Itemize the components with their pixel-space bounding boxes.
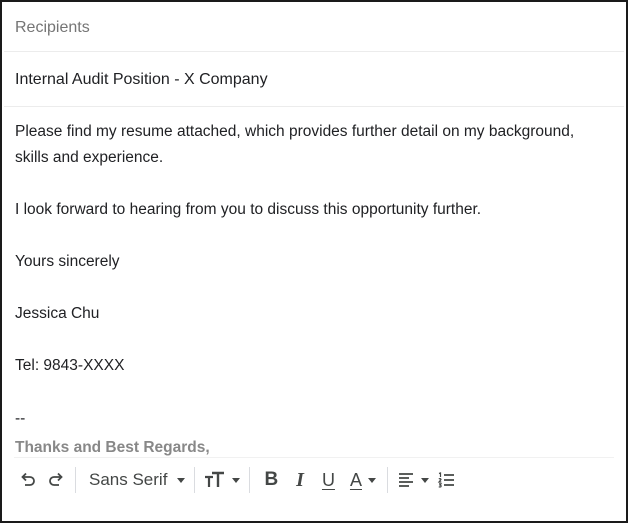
- toolbar-divider: [194, 467, 196, 493]
- toolbar-divider: [386, 467, 388, 493]
- body-paragraph: Yours sincerely: [15, 253, 120, 270]
- text-color-icon: A: [349, 469, 362, 490]
- redo-icon: [49, 472, 63, 486]
- numbered-list-button[interactable]: [433, 465, 459, 495]
- toolbar-divider: [75, 467, 76, 493]
- bold-button[interactable]: B: [255, 465, 287, 495]
- bold-icon: B: [264, 469, 279, 490]
- body-paragraph: Tel: 9843-XXXX: [15, 357, 125, 374]
- text-size-icon: [205, 471, 225, 487]
- underline-icon: U: [321, 469, 335, 490]
- chevron-down-icon: [177, 477, 186, 483]
- toolbar-divider: [249, 467, 251, 493]
- undo-button[interactable]: [14, 465, 42, 495]
- redo-button[interactable]: [42, 465, 70, 495]
- text-color-button[interactable]: A: [344, 465, 382, 495]
- chevron-down-icon: [420, 477, 429, 483]
- chevron-down-icon: [367, 477, 376, 483]
- italic-icon: I: [296, 468, 304, 491]
- message-body[interactable]: Please find my resume attached, which pr…: [15, 119, 612, 379]
- body-paragraph: Jessica Chu: [15, 305, 100, 322]
- subject-field[interactable]: Internal Audit Position - X Company: [4, 53, 624, 107]
- recipients-field[interactable]: Recipients: [4, 4, 624, 52]
- compose-window: Recipients Internal Audit Position - X C…: [0, 0, 628, 523]
- font-family-label: Sans Serif: [89, 470, 168, 489]
- body-paragraph: Please find my resume attached, which pr…: [15, 123, 575, 166]
- italic-button[interactable]: I: [287, 465, 313, 495]
- underline-button[interactable]: U: [313, 465, 344, 495]
- font-size-button[interactable]: [200, 465, 244, 495]
- align-button[interactable]: [393, 465, 433, 495]
- font-family-select[interactable]: Sans Serif: [81, 465, 189, 495]
- align-left-icon: [398, 473, 413, 487]
- formatting-toolbar: Sans Serif B I U A: [14, 457, 614, 502]
- signature-separator: --: [15, 410, 26, 427]
- chevron-down-icon: [232, 477, 241, 483]
- undo-icon: [21, 472, 35, 486]
- body-paragraph: I look forward to hearing from you to di…: [15, 201, 482, 218]
- numbered-list-icon: [437, 472, 454, 488]
